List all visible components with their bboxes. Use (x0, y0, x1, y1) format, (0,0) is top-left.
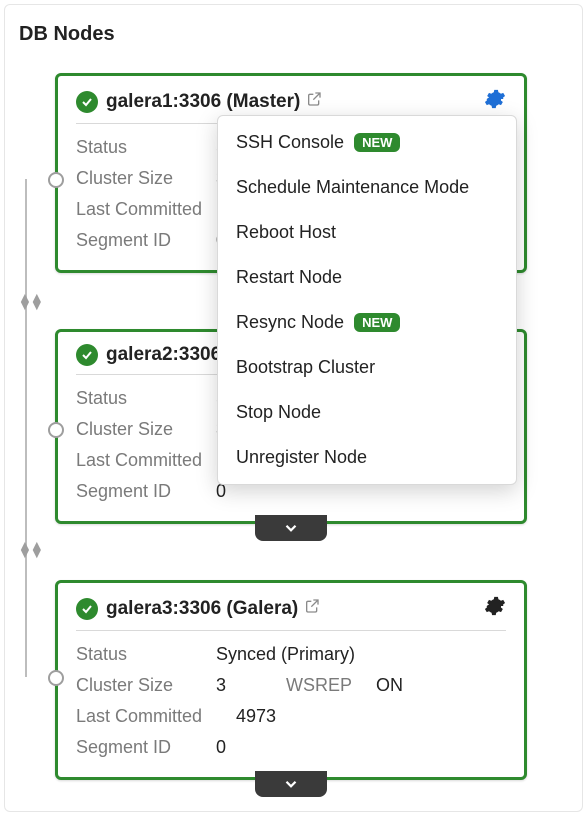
status-ok-icon (76, 344, 98, 366)
last-committed-value: 4973 (236, 706, 276, 727)
status-value: Synced (Primary) (216, 644, 355, 665)
segment-id-label: Segment ID (76, 481, 216, 502)
menu-resync-node[interactable]: Resync NodeNEW (218, 300, 516, 345)
menu-bootstrap-cluster[interactable]: Bootstrap Cluster (218, 345, 516, 390)
db-nodes-panel: DB Nodes ▲▲▼▼ ▲▲▼▼ galera1:3306 (Master)… (4, 4, 583, 812)
panel-title: DB Nodes (5, 5, 582, 46)
menu-restart-node[interactable]: Restart Node (218, 255, 516, 300)
connector-line (25, 179, 27, 677)
node-title[interactable]: galera1:3306 (Master) (106, 91, 300, 113)
cluster-size-label: Cluster Size (76, 419, 216, 440)
connector-knob (48, 422, 64, 438)
status-label: Status (76, 644, 216, 665)
menu-schedule-maintenance[interactable]: Schedule Maintenance Mode (218, 165, 516, 210)
segment-id-value: 0 (216, 737, 226, 758)
last-committed-label: Last Committed (76, 450, 216, 471)
new-badge: NEW (354, 313, 400, 332)
node-title[interactable]: galera3:3306 (Galera) (106, 598, 298, 620)
node-title[interactable]: galera2:3306 (106, 344, 221, 366)
status-label: Status (76, 388, 216, 409)
last-committed-label: Last Committed (76, 199, 216, 220)
menu-unregister-node[interactable]: Unregister Node (218, 435, 516, 480)
wsrep-value: ON (376, 675, 403, 696)
segment-id-label: Segment ID (76, 230, 216, 251)
status-label: Status (76, 137, 216, 158)
connector-knob (48, 670, 64, 686)
gear-icon[interactable] (484, 88, 506, 115)
last-committed-label: Last Committed (76, 706, 236, 727)
db-node-card: galera3:3306 (Galera) StatusSynced (Prim… (55, 580, 527, 780)
status-ok-icon (76, 91, 98, 113)
cluster-size-label: Cluster Size (76, 168, 216, 189)
menu-stop-node[interactable]: Stop Node (218, 390, 516, 435)
wsrep-label: WSREP (286, 675, 376, 696)
segment-id-label: Segment ID (76, 737, 216, 758)
menu-ssh-console[interactable]: SSH ConsoleNEW (218, 120, 516, 165)
expand-button[interactable] (255, 771, 327, 797)
external-link-icon[interactable] (304, 598, 320, 619)
expand-button[interactable] (255, 515, 327, 541)
external-link-icon[interactable] (306, 91, 322, 112)
connector-arrows: ▲▲▼▼ (18, 541, 42, 557)
node-actions-menu: SSH ConsoleNEW Schedule Maintenance Mode… (217, 115, 517, 485)
cluster-size-label: Cluster Size (76, 675, 216, 696)
connector-arrows: ▲▲▼▼ (18, 293, 42, 309)
cluster-size-value: 3 (216, 675, 226, 696)
menu-reboot-host[interactable]: Reboot Host (218, 210, 516, 255)
gear-icon[interactable] (484, 595, 506, 622)
new-badge: NEW (354, 133, 400, 152)
status-ok-icon (76, 598, 98, 620)
connector-knob (48, 172, 64, 188)
